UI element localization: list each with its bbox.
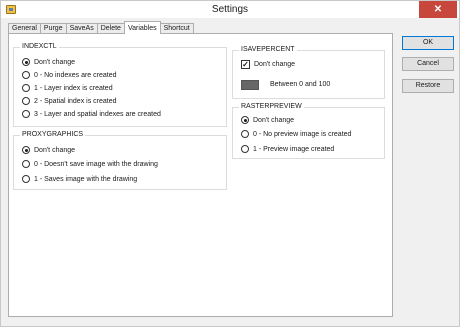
range-label: Between 0 and 100 <box>270 81 331 88</box>
rasterpreview-option-0[interactable]: 0 - No preview image is created <box>241 129 351 139</box>
proxygraphics-group: PROXYGRAPHICS Don't change 0 - Doesn't s… <box>13 131 227 190</box>
indexctl-option-2[interactable]: 2 - Spatial index is created <box>22 96 117 106</box>
title-bar: Settings ✕ <box>1 1 459 18</box>
tab-variables[interactable]: Variables <box>123 21 161 34</box>
radio-button[interactable] <box>22 84 30 92</box>
option-label: 1 - Preview image created <box>253 145 335 153</box>
restore-button[interactable]: Restore <box>402 79 454 93</box>
option-label: 0 - No indexes are created <box>34 71 117 79</box>
radio-button[interactable] <box>22 146 30 154</box>
rasterpreview-option-dont-change[interactable]: Don't change <box>241 115 294 125</box>
radio-button[interactable] <box>22 71 30 79</box>
option-label: Don't change <box>34 146 76 154</box>
radio-button[interactable] <box>22 97 30 105</box>
radio-button[interactable] <box>22 58 30 66</box>
proxygraphics-title: PROXYGRAPHICS <box>20 131 86 138</box>
radio-button[interactable] <box>22 110 30 118</box>
value-swatch[interactable] <box>241 80 259 90</box>
option-label: 2 - Spatial index is created <box>34 97 117 105</box>
indexctl-title: INDEXCTL <box>20 43 59 50</box>
cancel-button[interactable]: Cancel <box>402 57 454 71</box>
option-label: 1 - Layer index is created <box>34 84 113 92</box>
indexctl-option-dont-change[interactable]: Don't change <box>22 57 75 67</box>
checkbox-label: Don't change <box>254 60 296 68</box>
radio-button[interactable] <box>22 160 30 168</box>
option-label: 0 - Doesn't save image with the drawing <box>34 160 158 168</box>
radio-button[interactable] <box>241 130 249 138</box>
option-label: 1 - Saves image with the drawing <box>34 175 138 183</box>
option-label: 0 - No preview image is created <box>253 130 352 138</box>
window-title: Settings <box>211 4 249 15</box>
indexctl-option-3[interactable]: 3 - Layer and spatial indexes are create… <box>22 109 161 119</box>
ok-button[interactable]: OK <box>402 36 454 50</box>
rasterpreview-title: RASTERPREVIEW <box>239 103 304 110</box>
indexctl-group: INDEXCTL Don't change 0 - No indexes are… <box>13 43 227 127</box>
rasterpreview-group: RASTERPREVIEW Don't change 0 - No previe… <box>232 103 385 159</box>
option-label: Don't change <box>253 116 295 124</box>
isavepercent-group: ISAVEPERCENT ✓ Don't change Between 0 an… <box>232 46 385 99</box>
radio-button[interactable] <box>241 116 249 124</box>
proxygraphics-option-1[interactable]: 1 - Saves image with the drawing <box>22 174 137 184</box>
settings-dialog: Settings ✕ General Purge SaveAs Delete V… <box>0 0 460 327</box>
indexctl-option-1[interactable]: 1 - Layer index is created <box>22 83 113 93</box>
option-label: Don't change <box>34 58 76 66</box>
proxygraphics-option-0[interactable]: 0 - Doesn't save image with the drawing <box>22 159 158 169</box>
radio-button[interactable] <box>241 145 249 153</box>
checkbox[interactable]: ✓ <box>241 59 250 69</box>
variables-panel: INDEXCTL Don't change 0 - No indexes are… <box>8 33 393 317</box>
indexctl-option-0[interactable]: 0 - No indexes are created <box>22 70 117 80</box>
isavepercent-title: ISAVEPERCENT <box>239 46 297 53</box>
option-label: 3 - Layer and spatial indexes are create… <box>34 110 161 118</box>
proxygraphics-option-dont-change[interactable]: Don't change <box>22 145 75 155</box>
isavepercent-dont-change[interactable]: ✓ Don't change <box>241 59 295 69</box>
close-button[interactable]: ✕ <box>419 1 457 18</box>
radio-button[interactable] <box>22 175 30 183</box>
rasterpreview-option-1[interactable]: 1 - Preview image created <box>241 144 334 154</box>
